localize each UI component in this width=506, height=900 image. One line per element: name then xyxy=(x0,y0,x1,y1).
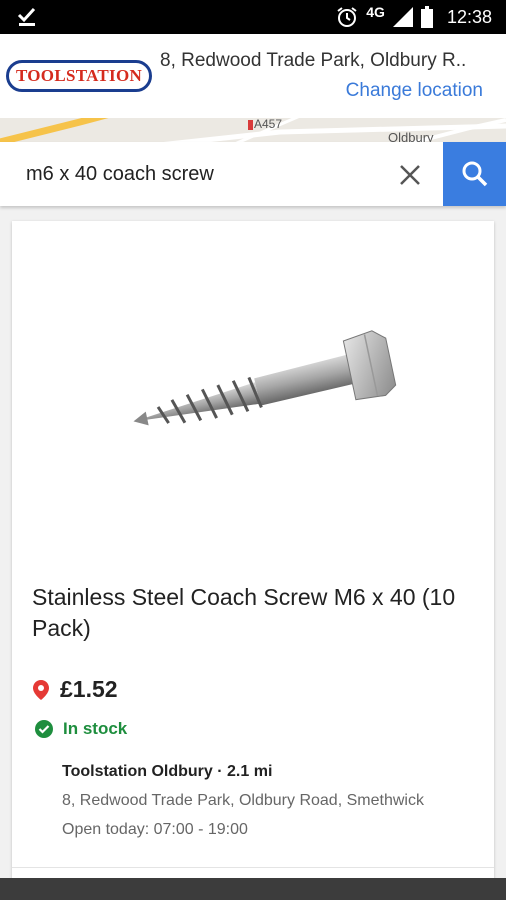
product-image xyxy=(133,330,397,426)
product-card[interactable]: Stainless Steel Coach Screw M6 x 40 (10 … xyxy=(12,221,494,900)
stock-row: In stock xyxy=(34,719,127,739)
toolstation-logo[interactable]: TOOLSTATION xyxy=(6,60,152,92)
bottom-navigation-bar[interactable] xyxy=(0,878,506,900)
search-icon xyxy=(462,161,487,187)
status-bar: 4G 12:38 xyxy=(0,0,506,34)
search-bar: m6 x 40 coach screw xyxy=(0,142,506,206)
download-complete-icon xyxy=(17,7,36,26)
map-road-label: A457 xyxy=(254,118,283,131)
clock: 12:38 xyxy=(446,6,492,27)
store-hours: Open today: 07:00 - 19:00 xyxy=(62,821,248,838)
product-price: £1.52 xyxy=(60,676,118,702)
location-pin-icon xyxy=(33,679,49,700)
battery-icon xyxy=(420,6,433,28)
check-circle-icon xyxy=(35,720,53,738)
store-header: TOOLSTATION 8, Redwood Trade Park, Oldbu… xyxy=(0,34,506,118)
search-button[interactable] xyxy=(443,142,506,206)
store-address: 8, Redwood Trade Park, Oldbury Road, Sme… xyxy=(62,792,424,809)
store-address-summary: 8, Redwood Trade Park, Oldbury R.. xyxy=(160,50,467,71)
search-input[interactable]: m6 x 40 coach screw xyxy=(26,163,214,186)
change-location-link[interactable]: Change location xyxy=(346,80,483,102)
clear-icon[interactable] xyxy=(398,163,422,187)
logo-text: TOOLSTATION xyxy=(15,66,143,85)
divider xyxy=(12,867,494,868)
store-name: Toolstation Oldbury · 2.1 mi xyxy=(62,763,273,780)
alarm-icon xyxy=(337,7,357,27)
product-title[interactable]: Stainless Steel Coach Screw M6 x 40 (10 … xyxy=(32,582,472,644)
price-row: £1.52 xyxy=(32,676,118,703)
signal-icon xyxy=(392,7,413,27)
stock-status: In stock xyxy=(63,719,128,738)
network-type: 4G xyxy=(366,4,385,20)
